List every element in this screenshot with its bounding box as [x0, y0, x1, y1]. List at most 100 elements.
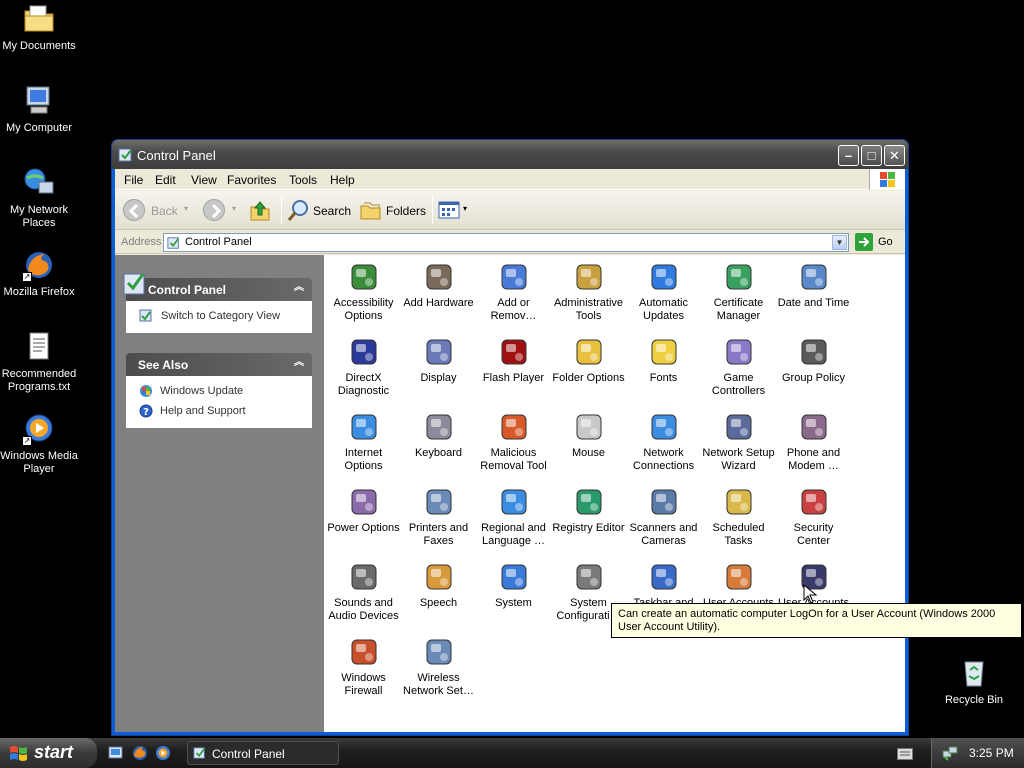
- cp-item-fonts[interactable]: Fonts: [626, 335, 701, 385]
- cp-item-label: Scanners and: [629, 522, 698, 534]
- quicklaunch-show-desktop-icon[interactable]: [108, 745, 124, 761]
- cp-item-game-controllers[interactable]: Game Controllers: [701, 335, 776, 398]
- back-arrow-icon: [123, 199, 145, 221]
- windows-update-link[interactable]: Windows Update: [126, 382, 312, 402]
- cp-item-label-line2: Center: [796, 535, 831, 547]
- forward-button[interactable]: [201, 197, 229, 223]
- control-panel-task-header[interactable]: Control Panel ︽: [123, 273, 312, 301]
- cp-item-label-line2: Modem …: [788, 460, 839, 472]
- cp-item-certificate-manager[interactable]: Certificate Manager: [701, 260, 776, 323]
- cp-item-accessibility-options[interactable]: Accessibility Options: [326, 260, 401, 323]
- network-tray-icon[interactable]: [942, 745, 958, 761]
- cp-item-add-or-remov[interactable]: Add or Remov…: [476, 260, 551, 323]
- cp-item-power-options[interactable]: Power Options: [326, 485, 401, 535]
- cp-item-label-line2: Language …: [482, 535, 545, 547]
- panel-title: Control Panel: [148, 283, 227, 297]
- cp-item-phone-and-modem[interactable]: Phone and Modem …: [776, 410, 851, 473]
- cp-item-regional-and-language[interactable]: Regional and Language …: [476, 485, 551, 548]
- menu-tools[interactable]: Tools: [289, 173, 317, 187]
- cp-item-system[interactable]: System: [476, 560, 551, 610]
- back-dropdown[interactable]: ▾: [183, 197, 193, 223]
- back-button[interactable]: Back: [121, 197, 181, 223]
- cp-item-network-setup-wizard[interactable]: Network Setup Wizard: [701, 410, 776, 473]
- switch-view-icon: [139, 309, 152, 322]
- window-titlebar[interactable]: Control Panel – □ ✕: [112, 140, 908, 169]
- desktop-icon-windows-media-player[interactable]: ↗ Windows Media Player: [0, 412, 78, 476]
- collapse-chevron-icon[interactable]: ︽: [292, 282, 306, 296]
- cp-item-speech[interactable]: Speech: [401, 560, 476, 610]
- search-button[interactable]: Search: [287, 197, 351, 223]
- cp-item-display[interactable]: Display: [401, 335, 476, 385]
- quicklaunch-firefox-icon[interactable]: [132, 745, 148, 761]
- cp-item-security-center[interactable]: Security Center: [776, 485, 851, 548]
- collapse-chevron-icon[interactable]: ︽: [292, 357, 306, 371]
- desktop-icon-my-computer[interactable]: My Computer: [0, 84, 78, 135]
- cp-item-automatic-updates[interactable]: Automatic Updates: [626, 260, 701, 323]
- internet-options-icon: [347, 410, 381, 444]
- close-button[interactable]: ✕: [884, 145, 905, 166]
- desktop-icon-mozilla-firefox[interactable]: ↗ Mozilla Firefox: [0, 248, 78, 299]
- network-connections-icon: [647, 410, 681, 444]
- switch-to-category-view-link[interactable]: Switch to Category View: [126, 307, 312, 327]
- search-icon: [287, 200, 308, 221]
- quicklaunch-media-player-icon[interactable]: [155, 745, 171, 761]
- folders-button[interactable]: Folders: [359, 197, 426, 223]
- desktop-icon-recommended-programs[interactable]: Recommended Programs.txt: [0, 330, 78, 394]
- cp-item-wireless-network-set[interactable]: Wireless Network Set…: [401, 635, 476, 698]
- cp-item-folder-options[interactable]: Folder Options: [551, 335, 626, 385]
- cp-item-keyboard[interactable]: Keyboard: [401, 410, 476, 460]
- cp-item-label: Folder Options: [552, 372, 625, 384]
- address-input[interactable]: Control Panel ▼: [163, 233, 849, 252]
- keyboard-icon: [422, 410, 456, 444]
- menu-favorites[interactable]: Favorites: [227, 173, 276, 187]
- menu-help[interactable]: Help: [330, 173, 355, 187]
- menu-edit[interactable]: Edit: [155, 173, 176, 187]
- desktop-icon-recycle-bin[interactable]: Recycle Bin: [935, 656, 1013, 707]
- cp-item-scanners-and-cameras[interactable]: Scanners and Cameras: [626, 485, 701, 548]
- scanners-and-cameras-icon: [647, 485, 681, 519]
- menu-view[interactable]: View: [191, 173, 217, 187]
- printers-and-faxes-icon: [422, 485, 456, 519]
- cp-item-label-line2: Remov…: [490, 310, 537, 322]
- views-button[interactable]: ▾: [438, 197, 472, 223]
- cp-item-administrative-tools[interactable]: Administrative Tools: [551, 260, 626, 323]
- cp-item-sounds-and-audio-devices[interactable]: Sounds and Audio Devices: [326, 560, 401, 623]
- desktop-icon-label: My Documents: [2, 40, 76, 52]
- taskbar: start Control Panel 3:25 PM: [0, 738, 1024, 768]
- window-title: Control Panel: [137, 148, 216, 163]
- cp-item-date-and-time[interactable]: Date and Time: [776, 260, 851, 310]
- cp-item-mouse[interactable]: Mouse: [551, 410, 626, 460]
- desktop-icon-my-documents[interactable]: My Documents: [0, 2, 78, 53]
- cp-item-scheduled-tasks[interactable]: Scheduled Tasks: [701, 485, 776, 548]
- cp-item-printers-and-faxes[interactable]: Printers and Faxes: [401, 485, 476, 548]
- cp-item-group-policy[interactable]: Group Policy: [776, 335, 851, 385]
- see-also-body: Windows Update ? Help and Support: [126, 376, 312, 428]
- up-button[interactable]: [248, 197, 274, 223]
- menu-file[interactable]: File: [124, 173, 143, 187]
- cp-item-directx-diagnostic[interactable]: DirectX Diagnostic: [326, 335, 401, 398]
- minimize-button[interactable]: –: [838, 145, 859, 166]
- cp-item-windows-firewall[interactable]: Windows Firewall: [326, 635, 401, 698]
- computer-icon: [22, 84, 56, 118]
- help-and-support-link[interactable]: ? Help and Support: [126, 402, 312, 422]
- address-dropdown-button[interactable]: ▼: [832, 235, 847, 250]
- taskbar-button-control-panel[interactable]: Control Panel: [187, 741, 339, 765]
- cp-item-internet-options[interactable]: Internet Options: [326, 410, 401, 473]
- cp-item-label: Scheduled: [712, 522, 765, 534]
- clock: 3:25 PM: [969, 746, 1014, 760]
- cp-item-label-line2: Tools: [575, 310, 602, 322]
- forward-dropdown[interactable]: ▾: [231, 197, 241, 223]
- cp-item-add-hardware[interactable]: Add Hardware: [401, 260, 476, 310]
- start-button[interactable]: start: [0, 738, 97, 768]
- maximize-button[interactable]: □: [861, 145, 882, 166]
- cp-item-registry-editor[interactable]: Registry Editor: [551, 485, 626, 535]
- cp-item-label: Flash Player: [482, 372, 545, 384]
- cp-item-network-connections[interactable]: Network Connections: [626, 410, 701, 473]
- go-arrow-icon: [855, 233, 873, 251]
- cp-item-flash-player[interactable]: Flash Player: [476, 335, 551, 385]
- keyboard-layout-icon[interactable]: [897, 748, 913, 760]
- see-also-header[interactable]: See Also ︽: [126, 353, 312, 376]
- cp-item-malicious-removal-tool[interactable]: Malicious Removal Tool: [476, 410, 551, 473]
- cp-item-label-line2: Firewall: [344, 685, 383, 697]
- desktop-icon-my-network-places[interactable]: My Network Places: [0, 166, 78, 230]
